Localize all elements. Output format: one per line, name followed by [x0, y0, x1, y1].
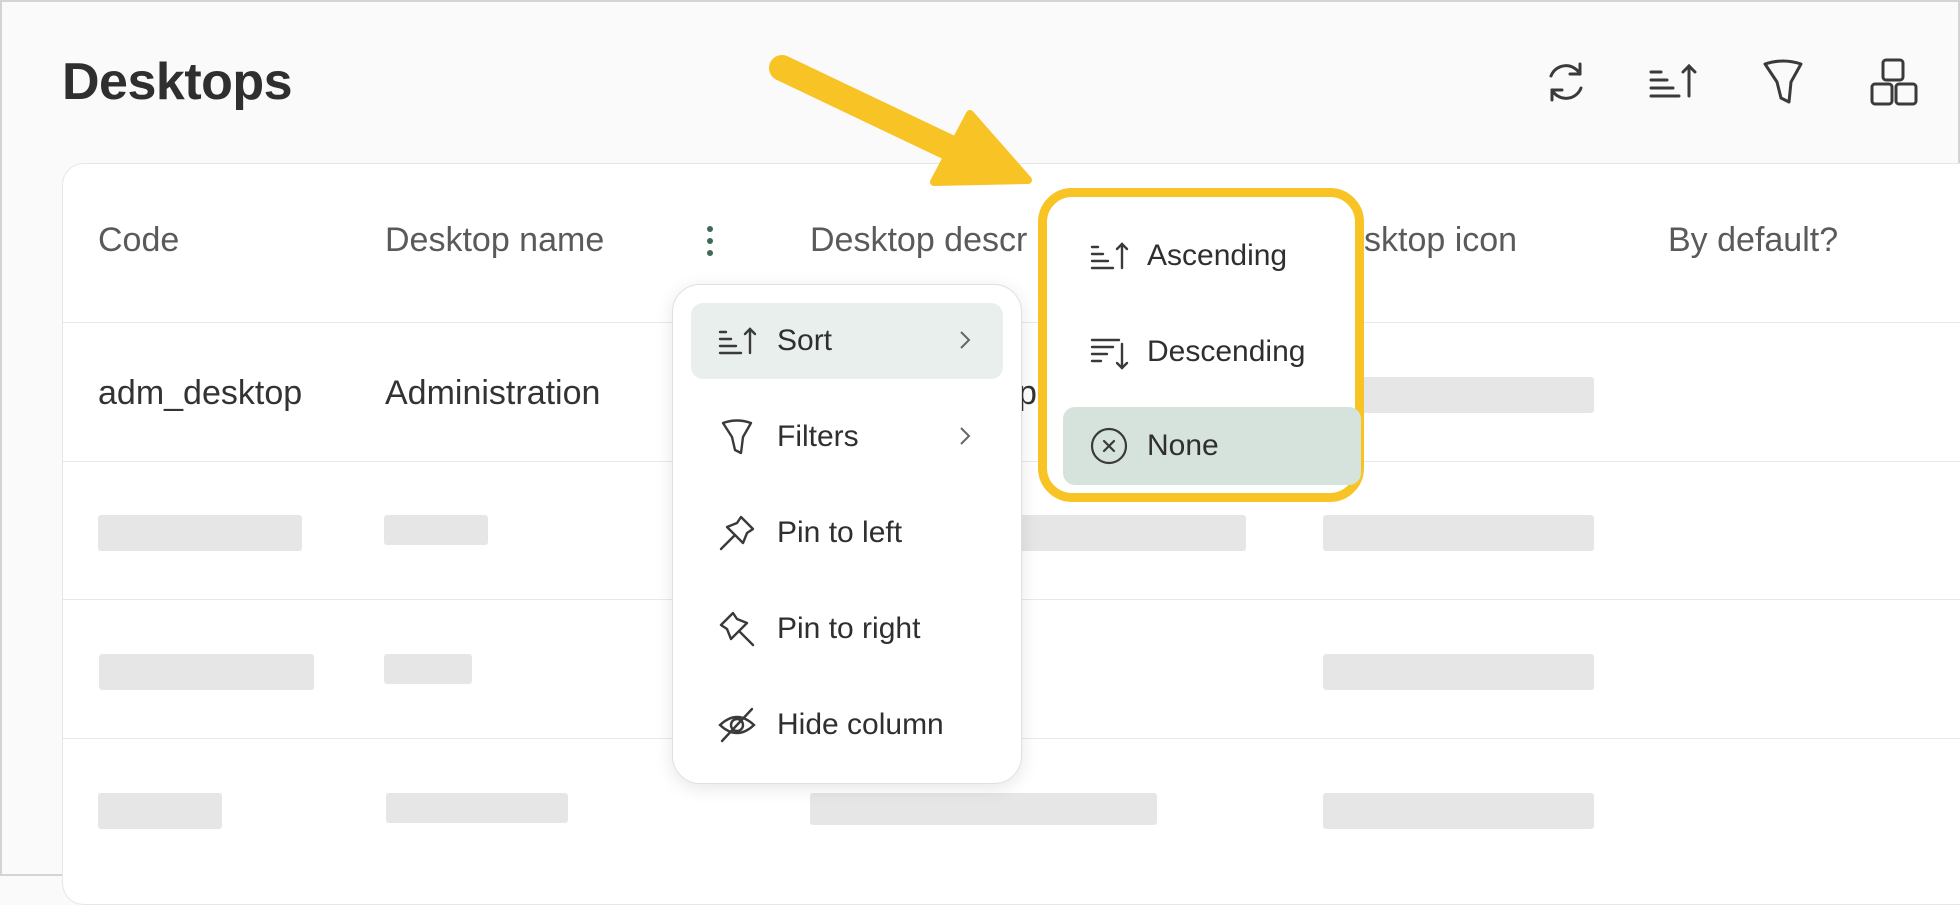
grid-view-button[interactable]	[1864, 52, 1924, 112]
eye-off-icon	[715, 703, 759, 747]
column-header-desktop-icon[interactable]: sktop icon	[1364, 221, 1517, 260]
sort-submenu: Ascending Descending None	[1038, 188, 1364, 502]
menu-item-pin-left[interactable]: Pin to left	[691, 495, 1003, 571]
page-title: Desktops	[62, 53, 293, 111]
filter-icon	[715, 415, 759, 459]
menu-item-label: Filters	[777, 420, 859, 453]
pin-left-icon	[715, 511, 759, 555]
menu-item-hide-column[interactable]: Hide column	[691, 687, 1003, 763]
column-context-menu: Sort Filters Pin to left Pin to right Hi…	[672, 284, 1022, 784]
menu-item-pin-right[interactable]: Pin to right	[691, 591, 1003, 667]
placeholder-cell	[1323, 515, 1594, 551]
placeholder-cell	[384, 515, 488, 545]
placeholder-cell	[98, 515, 302, 551]
menu-item-label: Sort	[777, 324, 833, 357]
placeholder-cell	[1323, 793, 1594, 829]
submenu-item-ascending[interactable]: Ascending	[1063, 217, 1361, 295]
close-circle-icon	[1087, 424, 1131, 468]
sort-button[interactable]	[1643, 52, 1703, 112]
cell-code: adm_desktop	[98, 374, 303, 412]
menu-item-label: Pin to left	[777, 516, 903, 549]
sort-descending-icon	[1087, 330, 1131, 374]
placeholder-cell	[99, 654, 314, 690]
pin-right-icon	[715, 607, 759, 651]
placeholder-cell	[98, 793, 222, 829]
menu-item-sort[interactable]: Sort	[691, 303, 1003, 379]
grid-view-icon	[1870, 58, 1918, 106]
column-header-code[interactable]: Code	[98, 221, 179, 260]
submenu-item-label: None	[1147, 429, 1219, 462]
filter-button[interactable]	[1753, 52, 1813, 112]
annotation-arrow-icon	[769, 55, 1032, 186]
chevron-right-icon	[960, 331, 971, 349]
sort-icon	[1649, 63, 1697, 98]
column-menu-button[interactable]	[702, 226, 718, 266]
placeholder-cell	[384, 654, 472, 684]
column-header-by-default[interactable]: By default?	[1668, 221, 1838, 260]
refresh-icon	[1549, 62, 1583, 102]
column-header-desktop-description[interactable]: Desktop descr	[810, 221, 1027, 260]
placeholder-cell	[386, 793, 568, 823]
chevron-right-icon	[960, 427, 971, 445]
placeholder-cell	[1018, 515, 1246, 551]
submenu-item-label: Ascending	[1147, 239, 1288, 272]
sort-icon	[715, 319, 759, 363]
menu-item-filters[interactable]: Filters	[691, 399, 1003, 475]
menu-item-label: Pin to right	[777, 612, 921, 645]
menu-item-label: Hide column	[777, 708, 944, 741]
submenu-item-none[interactable]: None	[1063, 407, 1361, 485]
placeholder-cell	[1323, 654, 1594, 690]
column-header-desktop-name[interactable]: Desktop name	[385, 221, 604, 260]
submenu-item-descending[interactable]: Descending	[1063, 313, 1361, 391]
placeholder-cell	[810, 793, 1157, 825]
refresh-button[interactable]	[1536, 52, 1596, 112]
filter-icon	[1763, 59, 1803, 104]
cell-desktop-name: Administration	[385, 374, 601, 412]
submenu-item-label: Descending	[1147, 335, 1306, 368]
sort-ascending-icon	[1087, 234, 1131, 278]
